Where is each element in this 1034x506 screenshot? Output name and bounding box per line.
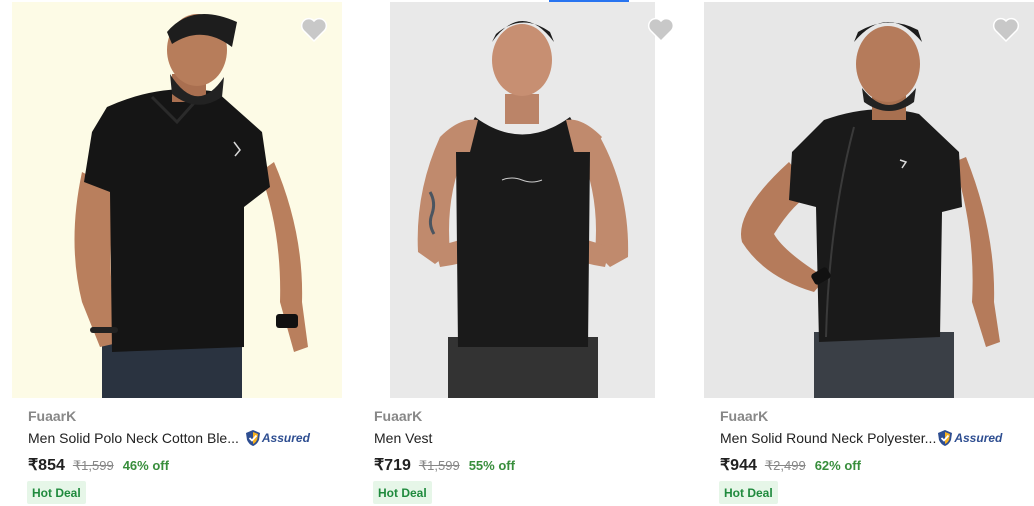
product-price: ₹719 <box>374 457 411 474</box>
product-title[interactable]: Men Solid Round Neck Polyester... <box>720 430 936 446</box>
product-mrp: ₹1,599 <box>418 458 460 473</box>
hot-deal-badge: Hot Deal <box>719 481 778 504</box>
wishlist-heart-icon[interactable] <box>647 16 675 42</box>
product-mrp: ₹1,599 <box>72 458 114 473</box>
product-card[interactable]: FuaarK Men Solid Round Neck Polyester...… <box>702 0 1034 506</box>
product-brand: FuaarK <box>720 408 769 424</box>
product-image[interactable] <box>12 2 342 398</box>
model-black-round-neck-tshirt-image <box>704 2 1034 398</box>
assured-badge: Assured <box>245 429 310 447</box>
product-title[interactable]: Men Vest <box>374 430 432 446</box>
wishlist-heart-icon[interactable] <box>992 16 1020 42</box>
product-brand: FuaarK <box>374 408 423 424</box>
assured-shield-icon <box>245 430 260 446</box>
product-discount: 55% off <box>468 458 515 473</box>
product-title[interactable]: Men Solid Polo Neck Cotton Ble... <box>28 430 239 446</box>
product-discount: 46% off <box>122 458 169 473</box>
hot-deal-badge: Hot Deal <box>27 481 86 504</box>
product-card[interactable]: FuaarK Men Solid Polo Neck Cotton Ble...… <box>10 0 342 506</box>
assured-label: Assured <box>954 431 1003 445</box>
model-black-vest-image <box>390 2 655 398</box>
assured-label: Assured <box>261 431 310 445</box>
wishlist-heart-icon[interactable] <box>300 16 328 42</box>
assured-badge: Assured <box>937 429 1002 447</box>
assured-shield-icon <box>938 430 953 446</box>
product-image[interactable] <box>390 2 655 398</box>
product-price: ₹944 <box>720 457 757 474</box>
product-card[interactable]: FuaarK Men Vest ₹719 ₹1,599 55% off Hot … <box>356 0 686 506</box>
model-black-polo-tshirt-image <box>12 2 342 398</box>
product-mrp: ₹2,499 <box>764 458 806 473</box>
product-discount: 62% off <box>814 458 861 473</box>
product-price: ₹854 <box>28 457 65 474</box>
hot-deal-badge: Hot Deal <box>373 481 432 504</box>
product-image[interactable] <box>704 2 1034 398</box>
product-brand: FuaarK <box>28 408 77 424</box>
